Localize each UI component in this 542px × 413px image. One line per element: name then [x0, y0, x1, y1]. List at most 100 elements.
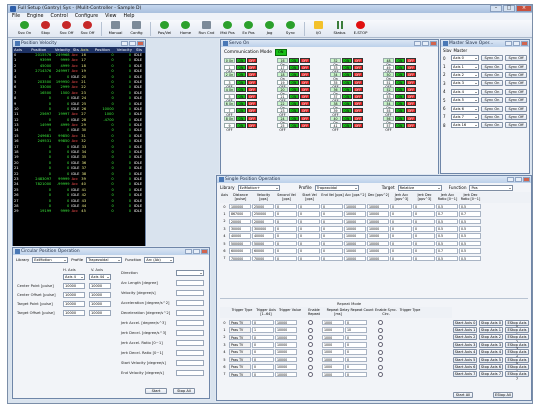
- enable-repeat-radio[interactable]: [307, 320, 313, 326]
- table-cell-input[interactable]: 700000: [229, 255, 251, 262]
- repeat-delay-input[interactable]: 1000: [322, 327, 344, 333]
- sync-checkbox[interactable]: [377, 364, 383, 370]
- sync-off-button[interactable]: Sync Off: [505, 88, 527, 95]
- circle-h-input[interactable]: 10000: [63, 283, 85, 289]
- enable-repeat-radio[interactable]: [307, 364, 313, 370]
- table-cell-input[interactable]: 10000: [344, 255, 366, 262]
- servo-on-button[interactable]: ON: [395, 58, 405, 64]
- trigger-value-input[interactable]: 10000: [275, 364, 297, 370]
- start-axis-button[interactable]: Start Axis 7: [453, 371, 477, 378]
- toolbar-button-sync[interactable]: Sync: [280, 20, 301, 37]
- servo-off-button[interactable]: OFF: [247, 86, 257, 92]
- estop-axis-button[interactable]: EStop Axis 2: [505, 334, 529, 344]
- function-select[interactable]: Arc (Ab): [144, 256, 175, 263]
- trigger-type-select[interactable]: Pass TV: [229, 334, 251, 341]
- toolbar-button-svo-off[interactable]: Svo Off: [56, 20, 77, 37]
- table-cell-input[interactable]: 10000: [367, 203, 389, 210]
- stop-axis-button[interactable]: Stop Axis 4: [479, 349, 503, 356]
- table-cell-input[interactable]: 0: [413, 255, 435, 262]
- servo-on-button[interactable]: ON: [289, 94, 299, 100]
- table-cell-input[interactable]: 10000: [367, 233, 389, 240]
- toolbar-button-svo-on[interactable]: Svo On: [14, 20, 35, 37]
- repeat-delay-input[interactable]: 1000: [322, 349, 344, 356]
- table-cell-input[interactable]: 0.5: [459, 240, 481, 247]
- table-cell-input[interactable]: 10000: [367, 218, 389, 225]
- servo-off-button[interactable]: OFF: [247, 79, 257, 85]
- trigger-type-select[interactable]: Pass TV: [229, 349, 251, 356]
- trigger-value-input[interactable]: 10000: [275, 342, 297, 348]
- comm-mode-toggle[interactable]: ON: [274, 49, 287, 56]
- table-cell-input[interactable]: 0: [390, 233, 412, 240]
- servo-off-button[interactable]: OFF: [406, 108, 416, 114]
- sync-checkbox[interactable]: [377, 349, 383, 355]
- servo-on-button[interactable]: ON: [342, 108, 352, 114]
- table-cell-input[interactable]: 10000: [344, 226, 366, 232]
- table-cell-input[interactable]: 250000: [252, 211, 274, 217]
- table-cell-input[interactable]: 0: [275, 203, 297, 210]
- table-cell-input[interactable]: 0: [413, 218, 435, 225]
- table-cell-input[interactable]: 0: [275, 211, 297, 217]
- servo-off-button[interactable]: OFF: [300, 58, 310, 64]
- sync-on-button[interactable]: Sync On: [481, 113, 503, 120]
- trigger-value-input[interactable]: 10000: [275, 356, 297, 363]
- table-cell-input[interactable]: 0: [275, 248, 297, 254]
- table-cell-input[interactable]: 40000: [252, 233, 274, 240]
- circle-param-input[interactable]: [176, 290, 204, 296]
- trigger-type-select[interactable]: Pass TV: [229, 319, 251, 326]
- repeat-delay-input[interactable]: 1000: [322, 342, 344, 348]
- servo-on-titlebar[interactable]: Servo On: [221, 40, 438, 47]
- table-cell-input[interactable]: 0.7: [436, 211, 458, 217]
- stop-axis-button[interactable]: Stop Axis 3: [479, 341, 503, 348]
- servo-off-button[interactable]: OFF: [353, 115, 363, 121]
- table-cell-input[interactable]: 0.5: [436, 233, 458, 240]
- toolbar-button-stop[interactable]: Stop: [35, 20, 56, 37]
- master-axis-select[interactable]: Axis 5: [451, 97, 479, 104]
- minimize-button[interactable]: [505, 41, 512, 46]
- trigger-axis-input[interactable]: 0: [252, 342, 274, 348]
- table-cell-input[interactable]: 500000: [229, 240, 251, 247]
- trigger-axis-input[interactable]: 0: [252, 349, 274, 356]
- toolbar-button-jog[interactable]: Jog: [259, 20, 280, 37]
- servo-off-button[interactable]: OFF: [406, 79, 416, 85]
- maximize-button[interactable]: [515, 177, 522, 182]
- close-button[interactable]: [521, 41, 528, 46]
- close-button[interactable]: [201, 249, 208, 254]
- profile-select[interactable]: Trapezoidal: [314, 184, 359, 191]
- sync-off-button[interactable]: Sync Off: [505, 122, 527, 129]
- estop-axis-button[interactable]: EStop Axis 7: [505, 371, 529, 381]
- master-axis-select[interactable]: Axis 3: [451, 80, 479, 87]
- servo-on-button[interactable]: ON: [236, 108, 246, 114]
- trigger-axis-input[interactable]: 0: [252, 319, 274, 326]
- toolbar-button-mst-pos[interactable]: Mst Pos: [217, 20, 238, 37]
- repeat-count-input[interactable]: 0: [345, 342, 367, 348]
- sync-checkbox[interactable]: [377, 357, 383, 363]
- sync-off-button[interactable]: Sync Off: [505, 80, 527, 87]
- repeat-count-input[interactable]: 0: [345, 334, 367, 341]
- sync-on-button[interactable]: Sync On: [481, 80, 503, 87]
- table-cell-input[interactable]: 10000: [344, 211, 366, 217]
- table-cell-input[interactable]: 0: [321, 233, 343, 240]
- servo-off-button[interactable]: OFF: [353, 122, 363, 128]
- servo-on-button[interactable]: ON: [289, 86, 299, 92]
- enable-repeat-radio[interactable]: [307, 357, 313, 363]
- estop-all-button[interactable]: EStop All: [493, 392, 513, 398]
- table-cell-input[interactable]: 10000: [367, 226, 389, 232]
- circle-h-input[interactable]: 10000: [63, 301, 85, 307]
- toolbar-button-ex-pos[interactable]: Ex Pos: [238, 20, 259, 37]
- servo-off-button[interactable]: OFF: [247, 101, 257, 107]
- servo-off-button[interactable]: OFF: [247, 108, 257, 114]
- table-cell-input[interactable]: 0.7: [436, 248, 458, 254]
- menu-item-view[interactable]: View: [105, 14, 116, 19]
- circle-param-input[interactable]: [176, 350, 204, 356]
- close-button[interactable]: [523, 177, 530, 182]
- servo-off-button[interactable]: OFF: [300, 101, 310, 107]
- table-cell-input[interactable]: 0: [390, 218, 412, 225]
- sync-on-button[interactable]: Sync On: [481, 71, 503, 78]
- circle-v-input[interactable]: 10000: [89, 283, 111, 289]
- start-axis-button[interactable]: Start Axis 2: [453, 334, 477, 341]
- servo-on-button[interactable]: ON: [342, 58, 352, 64]
- table-cell-input[interactable]: 0.5: [459, 255, 481, 262]
- table-cell-input[interactable]: 0.5: [436, 226, 458, 232]
- repeat-delay-input[interactable]: 1000: [322, 319, 344, 326]
- close-button[interactable]: [137, 41, 144, 46]
